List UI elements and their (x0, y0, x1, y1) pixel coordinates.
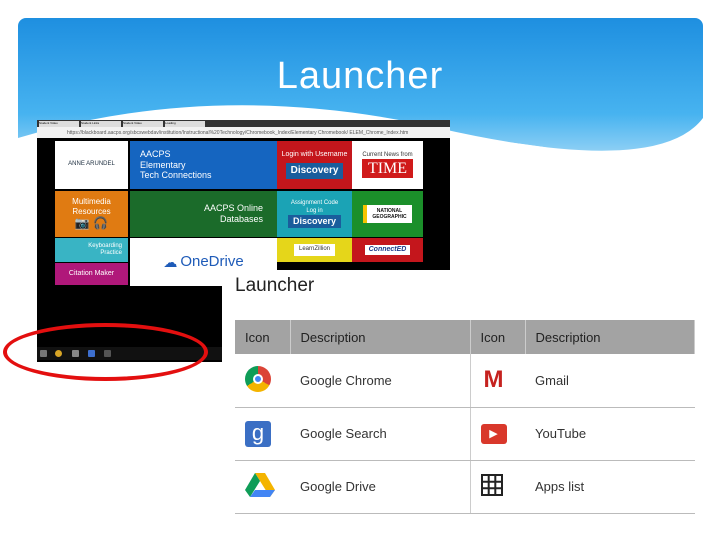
tile-assignment-code[interactable]: Assignment Code Log in Discovery (277, 191, 352, 237)
description: Google Drive (290, 460, 471, 514)
google-search-icon: g (245, 420, 271, 447)
tile-label: Assignment Code (290, 200, 339, 207)
tile-label: Elementary (140, 159, 186, 170)
tile-label: Tech Connections (140, 170, 212, 181)
tile-label: AACPS Online (203, 203, 263, 214)
tile-label: Keyboarding (88, 242, 122, 249)
tile-anne-arundel[interactable]: ANNE ARUNDEL (55, 141, 128, 189)
tile-label: Log in (306, 207, 323, 214)
cloud-icon: ☁ (163, 253, 178, 270)
chrome-icon (245, 365, 271, 392)
tile-online-databases[interactable]: AACPS Online Databases (130, 191, 277, 237)
apps-grid-icon (480, 474, 503, 496)
description: Gmail (525, 354, 695, 408)
gmail-icon: M (483, 366, 504, 394)
tile-label: Resources (72, 206, 111, 216)
header-description: Description (525, 320, 695, 354)
tile-national-geographic[interactable]: NATIONAL GEOGRAPHIC (352, 191, 423, 237)
table-row: Google Drive Apps list (235, 460, 695, 514)
address-bar[interactable]: https://blackboard.aacps.org/sbcswebdav/… (37, 127, 450, 138)
tile-label: LearnZillion (293, 244, 336, 256)
tile-discovery-login[interactable]: Login with Username Discovery (277, 141, 352, 189)
tile-connected[interactable]: ConnectED (352, 238, 423, 262)
natgeo-label: GEOGRAPHIC (372, 214, 407, 220)
description: Apps list (525, 460, 695, 514)
discovery-logo: Discovery (287, 214, 342, 228)
tile-label: Multimedia (72, 197, 111, 207)
launcher-table: Icon Description Icon Description Google… (235, 320, 695, 514)
time-logo: TIME (361, 159, 414, 179)
tile-label: Practice (100, 250, 122, 256)
description: YouTube (525, 407, 695, 461)
tile-label: AACPS (140, 148, 171, 159)
launcher-heading: Launcher (235, 275, 315, 296)
tile-tech-connections[interactable]: AACPS Elementary Tech Connections (130, 141, 277, 189)
youtube-icon: ▶ (480, 423, 507, 444)
table-row: g Google Search ▶ YouTube (235, 407, 695, 461)
header-description: Description (290, 320, 471, 354)
tile-citation-maker[interactable]: Citation Maker (55, 263, 128, 285)
camera-headphones-icon: 📷 🎧 (74, 216, 109, 231)
natgeo-logo: NATIONAL GEOGRAPHIC (363, 205, 412, 223)
header-icon: Icon (235, 320, 291, 354)
table-header-row: Icon Description Icon Description (235, 320, 695, 354)
discovery-logo: Discovery (285, 162, 344, 179)
description: Google Chrome (290, 354, 471, 408)
tile-label: Databases (219, 214, 263, 224)
tile-label: ConnectED (364, 244, 411, 256)
tile-time-for-kids[interactable]: Current News from TIME (352, 141, 423, 189)
tab-bar: Student Video Student Links Student Vide… (37, 120, 450, 127)
header-icon: Icon (470, 320, 526, 354)
slide-title: Launcher (276, 55, 444, 97)
tile-label: OneDrive (180, 253, 244, 270)
highlight-ellipse (3, 323, 208, 381)
description: Google Search (290, 407, 471, 461)
tile-multimedia[interactable]: Multimedia Resources 📷 🎧 (55, 191, 128, 237)
google-drive-icon (245, 473, 275, 497)
tile-keyboarding[interactable]: Keyboarding Practice (55, 238, 128, 262)
table-row: Google Chrome M Gmail (235, 354, 695, 408)
tile-label: Login with Username (281, 151, 348, 159)
tile-label: Current News from (362, 151, 413, 158)
tile-learnzillion[interactable]: LearnZillion (277, 238, 352, 262)
